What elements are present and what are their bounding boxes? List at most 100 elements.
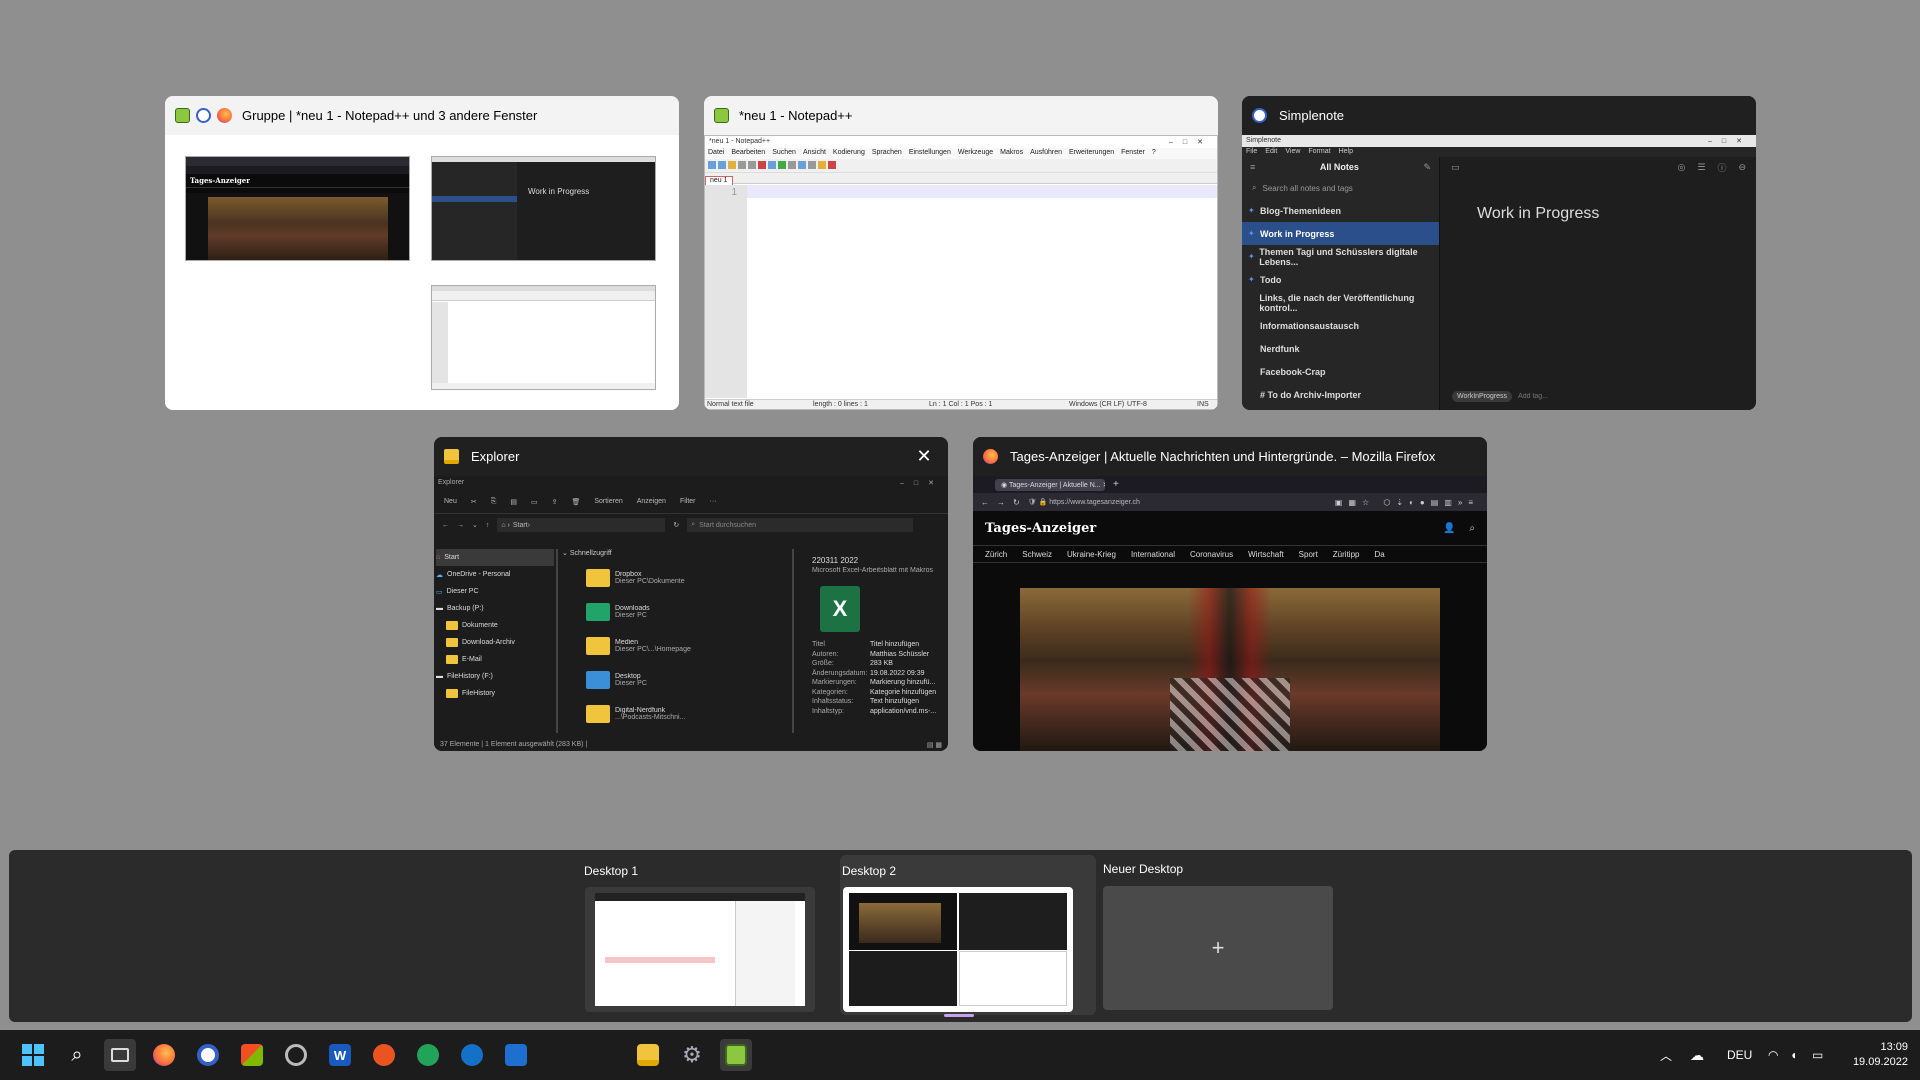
menu-einstellungen[interactable]: Einstellungen [909,149,951,156]
store-icon[interactable] [236,1039,268,1071]
preview-icon[interactable]: ◎ [1678,162,1686,173]
info-icon[interactable]: ⓘ [1717,161,1726,174]
more-icon[interactable]: ⊖ [1738,162,1746,173]
notepad-window-controls[interactable]: –□✕ [1169,138,1213,146]
tree-item[interactable]: E-Mail [436,651,554,668]
sn-note-item[interactable]: Informationsaustausch [1242,314,1439,337]
nav-link[interactable]: Wirtschaft [1248,550,1284,559]
menu-fenster[interactable]: Fenster [1121,149,1145,156]
sn-menu-view[interactable]: View [1285,148,1300,155]
delete-icon[interactable]: 🗑 [571,498,580,506]
menu-ausfuehren[interactable]: Ausführen [1030,149,1062,156]
close-icon[interactable]: ✕ [910,443,938,471]
mini-simplenote[interactable]: Work in Progress [431,156,656,261]
search-icon[interactable]: ⌕ [1469,523,1475,534]
keepass-icon[interactable] [280,1039,312,1071]
menu-suchen[interactable]: Suchen [772,149,796,156]
word-icon[interactable]: W [324,1039,356,1071]
menu-bearbeiten[interactable]: Bearbeiten [731,149,765,156]
nav-link[interactable]: Da [1374,550,1384,559]
view-toggle-icons[interactable]: ▤ ▦ [927,741,942,749]
onedrive-icon[interactable]: ☁ [1690,1030,1704,1080]
teams-icon[interactable] [456,1039,488,1071]
window-notepad[interactable]: *neu 1 - Notepad++ *neu 1 - Notepad++ –□… [704,96,1218,410]
window-notepad-titlebar[interactable]: *neu 1 - Notepad++ [704,96,1218,135]
explorer-icon[interactable] [632,1039,664,1071]
sn-editor-text[interactable]: Work in Progress [1477,205,1599,223]
new-note-icon[interactable]: ✎ [1423,162,1431,173]
new-button[interactable]: Neu [444,498,457,505]
chat-icon[interactable] [412,1039,444,1071]
sn-search[interactable]: ⌕ Search all notes and tags [1242,177,1439,199]
nav-link[interactable]: Coronavirus [1190,550,1233,559]
rename-icon[interactable]: ▭ [531,498,538,506]
sn-note-item[interactable]: ✦ Todo [1242,268,1439,291]
sn-note-item[interactable]: Nerdfunk [1242,337,1439,360]
down-icon[interactable]: ⌄ [472,521,478,529]
tree-item[interactable]: Dokumente [436,617,554,634]
menu-kodierung[interactable]: Kodierung [833,149,865,156]
copy-icon[interactable]: ⎘ [491,498,497,506]
toolbar-icons[interactable]: ▣▦☆ ⬡⇣◐●▤▥»≡ [1335,498,1479,507]
file-item[interactable]: Dropbox Dieser PC\Dokumente [562,561,782,595]
desktop-1-thumbnail[interactable] [585,887,815,1012]
menu-datei[interactable]: Datei [708,149,724,156]
tree-item[interactable]: FileHistory [436,685,554,702]
explorer-window-controls[interactable]: –□✕ [900,479,944,487]
menu-icon[interactable]: ≡ [1250,162,1255,172]
menu-erweiterungen[interactable]: Erweiterungen [1069,149,1114,156]
volume-icon[interactable]: ◖ [1790,1030,1797,1080]
settings-icon[interactable]: ⚙ [676,1039,708,1071]
task-view-icon[interactable] [104,1039,136,1071]
notepad-icon[interactable] [720,1039,752,1071]
sn-note-item-selected[interactable]: ✦ Work in Progress [1242,222,1439,245]
sort-button[interactable]: Sortieren [594,498,622,505]
tree-item[interactable]: ▬ Backup (P:) [436,600,554,617]
window-firefox-titlebar[interactable]: Tages-Anzeiger | Aktuelle Nachrichten un… [973,437,1487,476]
filter-button[interactable]: Filter [680,498,696,505]
notepad-current-line[interactable] [747,185,1217,198]
menu-sprachen[interactable]: Sprachen [872,149,902,156]
up-icon[interactable]: ↑ [486,522,490,529]
window-explorer[interactable]: Explorer ✕ Explorer –□✕ Neu ✂ ⎘ ▤ ▭ ⇪ 🗑 … [434,437,948,751]
sn-menu-help[interactable]: Help [1339,148,1353,155]
ubuntu-icon[interactable] [368,1039,400,1071]
tree-item[interactable]: ⌂ Start [436,549,554,566]
sn-add-tag[interactable]: Add tag... [1518,393,1548,400]
back-icon[interactable]: ← [981,498,989,507]
firefox-tab[interactable]: ◉ Tages-Anzeiger | Aktuelle N... ✕ [995,478,1105,491]
menu-help[interactable]: ? [1152,149,1156,156]
sn-note-item[interactable]: ✦ Themen Tagi und Schüsslers digitale Leb… [1242,245,1439,268]
share-icon[interactable]: ⇪ [552,498,558,506]
calendar-icon[interactable] [500,1039,532,1071]
window-simplenote-titlebar[interactable]: Simplenote [1242,96,1756,135]
sn-window-controls[interactable]: –□✕ [1708,137,1752,145]
hero-image[interactable] [1020,588,1440,751]
desktop-2-thumbnail[interactable] [843,887,1073,1012]
mini-notepad[interactable] [431,285,656,390]
mini-firefox[interactable]: Tages-Anzeiger [185,156,410,261]
sn-menu-file[interactable]: File [1246,148,1257,155]
file-item[interactable]: Desktop Dieser PC [562,663,782,697]
window-group[interactable]: Gruppe | *neu 1 - Notepad++ und 3 andere… [165,96,679,410]
wifi-icon[interactable]: ◠ [1768,1030,1778,1080]
tree-item[interactable]: ▬ FileHistory (F:) [436,668,554,685]
sn-note-item[interactable]: ✦ Blog-Themenideen [1242,199,1439,222]
sn-menu-edit[interactable]: Edit [1265,148,1277,155]
new-desktop-button[interactable]: + [1103,886,1333,1010]
file-item[interactable]: Digital-Nerdfunk ...\Podcasts-Mitschni... [562,697,782,731]
sn-note-item[interactable]: # To do Archiv-Importer [1242,383,1439,406]
checklist-icon[interactable]: ☰ [1697,162,1705,173]
sn-note-item[interactable]: Facebook-Crap [1242,360,1439,383]
sidebar-toggle-icon[interactable]: ▭ [1451,162,1460,173]
firefox-icon[interactable] [148,1039,180,1071]
new-tab-icon[interactable]: + [1113,479,1119,490]
back-icon[interactable]: ← [442,522,449,529]
site-logo[interactable]: Tages-Anzeiger [985,521,1096,536]
menu-werkzeuge[interactable]: Werkzeuge [958,149,993,156]
explorer-splitter[interactable] [556,549,558,733]
address-field[interactable]: ⌂ › Start › [497,518,666,532]
user-icon[interactable]: 👤 [1443,523,1455,534]
paste-icon[interactable]: ▤ [510,498,517,506]
sn-tag-chip[interactable]: WorkInProgress [1452,391,1513,402]
